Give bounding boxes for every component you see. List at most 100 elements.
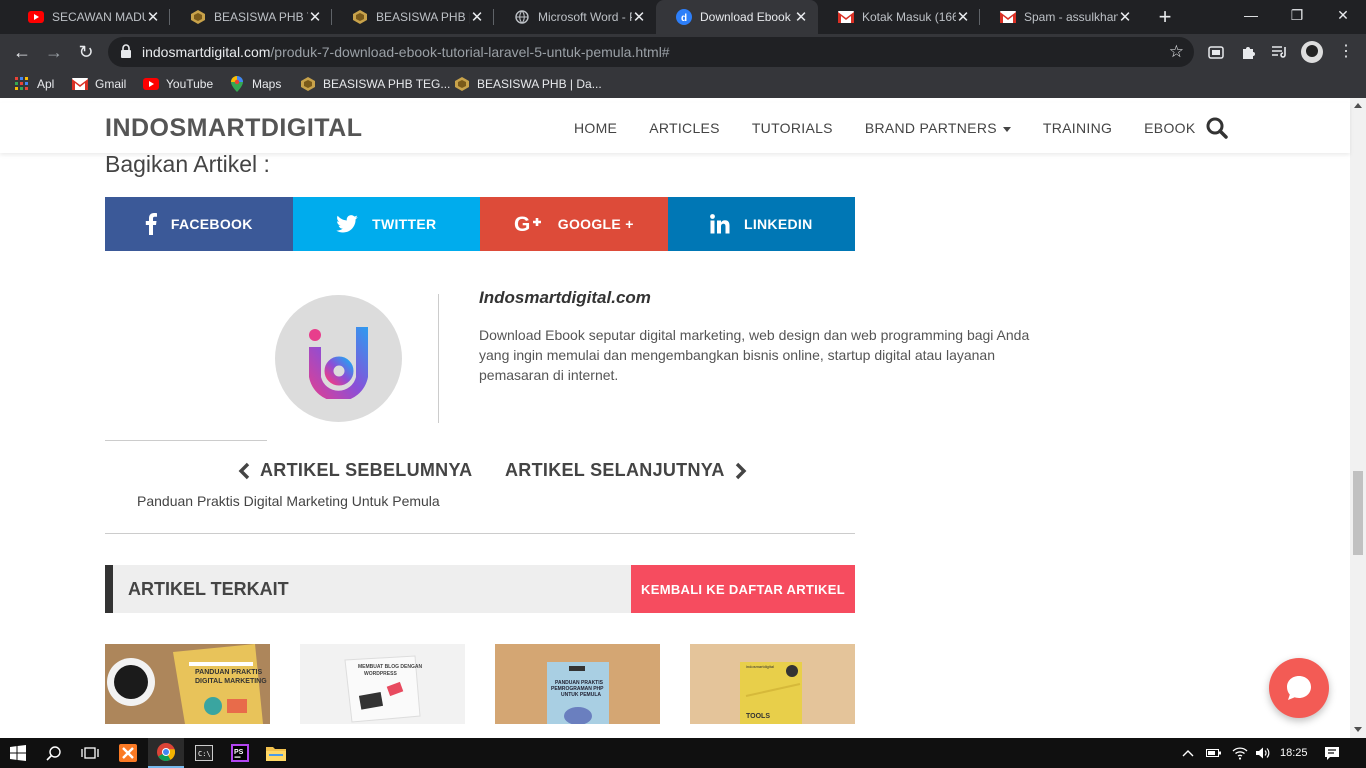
nav-training[interactable]: TRAINING	[1027, 103, 1128, 153]
site-logo[interactable]: INDOSMARTDIGITAL	[105, 103, 363, 153]
tab-close-icon[interactable]: ✕	[146, 8, 160, 26]
apps-grid-icon	[14, 76, 30, 92]
share-heading: Bagikan Artikel :	[105, 151, 270, 177]
google-plus-icon: G	[514, 214, 544, 234]
search-icon[interactable]	[36, 738, 72, 768]
nav-tutorials[interactable]: TUTORIALS	[736, 103, 849, 153]
tab-download-ebook[interactable]: d Download Ebook T ✕	[656, 0, 818, 34]
previous-article-link[interactable]: ARTIKEL SEBELUMNYA	[238, 460, 472, 481]
next-article-link[interactable]: ARTIKEL SELANJUTNYA	[505, 460, 747, 481]
svg-text:indosmartdigital: indosmartdigital	[746, 664, 774, 669]
extension-icon[interactable]	[1206, 42, 1226, 62]
share-facebook-button[interactable]: FACEBOOK	[105, 197, 293, 251]
chevron-left-icon	[238, 462, 250, 480]
puzzle-icon[interactable]	[1238, 42, 1258, 62]
bookmark-beasiswa-1[interactable]: BEASISWA PHB TEG...	[300, 70, 450, 98]
media-control-icon[interactable]	[1270, 42, 1290, 62]
lock-icon[interactable]	[120, 44, 132, 64]
bookmark-apps[interactable]: Apl	[14, 70, 54, 98]
bookmark-star-icon[interactable]: ☆	[1169, 37, 1184, 67]
previous-article-title[interactable]: Panduan Praktis Digital Marketing Untuk …	[137, 493, 440, 509]
share-label: TWITTER	[372, 216, 437, 232]
share-linkedin-button[interactable]: LINKEDIN	[667, 197, 855, 251]
svg-text:TOOLS: TOOLS	[746, 713, 770, 720]
indosmart-favicon: d	[676, 9, 692, 25]
facebook-icon	[145, 213, 157, 235]
beasiswa-favicon	[190, 9, 206, 25]
maps-pin-icon	[229, 76, 245, 92]
restore-button[interactable]: ❐	[1274, 0, 1320, 30]
search-icon[interactable]	[1206, 117, 1228, 144]
nav-brand-partners[interactable]: BRAND PARTNERS	[849, 103, 1027, 153]
close-window-button[interactable]: ✕	[1320, 0, 1366, 30]
related-thumbnail[interactable]: PANDUAN PRAKTIS DIGITAL MARKETING	[105, 644, 270, 724]
phpstorm-icon[interactable]: PS	[222, 738, 258, 768]
scrollbar[interactable]	[1350, 98, 1366, 738]
tab-close-icon[interactable]: ✕	[470, 8, 484, 26]
clock[interactable]: 18:25	[1280, 738, 1308, 768]
tab-title: Download Ebook T	[700, 10, 794, 24]
svg-text:G: G	[514, 214, 531, 234]
new-tab-button[interactable]: +	[1154, 4, 1176, 30]
section-divider	[105, 440, 267, 441]
chrome-taskbar-icon[interactable]	[148, 738, 184, 768]
nav-label: BRAND PARTNERS	[864, 120, 997, 136]
tab-beasiswa-2[interactable]: BEASISWA PHB | Da ✕	[332, 0, 494, 34]
scroll-up-icon[interactable]	[1354, 103, 1362, 108]
svg-text:PS: PS	[234, 749, 244, 756]
scroll-down-icon[interactable]	[1354, 727, 1362, 732]
nav-articles[interactable]: ARTICLES	[633, 103, 736, 153]
tab-secawan-madu[interactable]: SECAWAN MADU ✕	[8, 0, 170, 34]
task-view-icon[interactable]	[72, 738, 108, 768]
cmd-icon[interactable]: C:\	[186, 738, 222, 768]
forward-button[interactable]: →	[42, 40, 66, 64]
back-button[interactable]: ←	[10, 40, 34, 64]
tab-close-icon[interactable]: ✕	[632, 8, 646, 26]
tab-kotak-masuk[interactable]: Kotak Masuk (166) ✕	[818, 0, 980, 34]
scrollbar-thumb[interactable]	[1353, 471, 1363, 555]
windows-start-icon[interactable]	[0, 738, 36, 768]
bookmark-youtube[interactable]: YouTube	[143, 70, 213, 98]
youtube-icon	[28, 9, 44, 25]
address-bar[interactable]: indosmartdigital.com/produk-7-download-e…	[108, 37, 1194, 67]
nav-home[interactable]: HOME	[558, 103, 633, 153]
related-thumbnail[interactable]: indosmartdigital TOOLS	[690, 644, 855, 724]
menu-kebab-icon[interactable]: ⋮	[1338, 41, 1354, 61]
reload-button[interactable]: ↻	[74, 40, 98, 64]
back-to-articles-button[interactable]: KEMBALI KE DAFTAR ARTIKEL	[631, 565, 855, 613]
nav-ebook[interactable]: EBOOK	[1128, 103, 1211, 153]
svg-text:C:\: C:\	[198, 750, 211, 758]
bookmark-maps[interactable]: Maps	[229, 70, 281, 98]
tab-close-icon[interactable]: ✕	[1118, 8, 1132, 26]
bookmark-gmail[interactable]: Gmail	[72, 70, 126, 98]
tab-beasiswa-1[interactable]: BEASISWA PHB TEGAL ✕	[170, 0, 332, 34]
minimize-button[interactable]: —	[1228, 0, 1274, 30]
volume-icon[interactable]	[1255, 738, 1271, 768]
tab-title: BEASISWA PHB | Da	[376, 10, 470, 24]
tab-close-icon[interactable]: ✕	[308, 8, 322, 26]
profile-avatar[interactable]	[1301, 41, 1323, 63]
live-chat-button[interactable]	[1269, 658, 1329, 718]
file-explorer-icon[interactable]	[258, 738, 294, 768]
tab-close-icon[interactable]: ✕	[956, 8, 970, 26]
bookmark-label: BEASISWA PHB TEG...	[323, 77, 451, 91]
related-thumbnail[interactable]: MEMBUAT BLOG DENGAN WORDPRESS	[300, 644, 465, 724]
browser-toolbar: ← → ↻ indosmartdigital.com/produk-7-down…	[0, 34, 1366, 70]
tab-spam[interactable]: Spam - assulkhanif ✕	[980, 0, 1142, 34]
share-twitter-button[interactable]: TWITTER	[292, 197, 480, 251]
prev-label: ARTIKEL SEBELUMNYA	[260, 460, 473, 480]
author-avatar	[275, 295, 402, 422]
tab-close-icon[interactable]: ✕	[794, 8, 808, 26]
bookmark-beasiswa-2[interactable]: BEASISWA PHB | Da...	[454, 70, 602, 98]
battery-icon[interactable]	[1206, 738, 1222, 768]
related-thumbnail[interactable]: PANDUAN PRAKTIS PEMROGRAMAN PHP UNTUK PE…	[495, 644, 660, 724]
gmail-icon	[72, 76, 88, 92]
wifi-icon[interactable]	[1232, 738, 1248, 768]
xampp-icon[interactable]	[110, 738, 146, 768]
tab-microsoft-word[interactable]: Microsoft Word - P ✕	[494, 0, 656, 34]
tray-chevron-up-icon[interactable]	[1182, 738, 1194, 768]
share-label: GOOGLE +	[557, 216, 634, 232]
notification-icon[interactable]	[1324, 738, 1340, 768]
share-google-button[interactable]: G GOOGLE +	[480, 197, 668, 251]
tab-title: BEASISWA PHB TEGAL	[214, 10, 308, 24]
